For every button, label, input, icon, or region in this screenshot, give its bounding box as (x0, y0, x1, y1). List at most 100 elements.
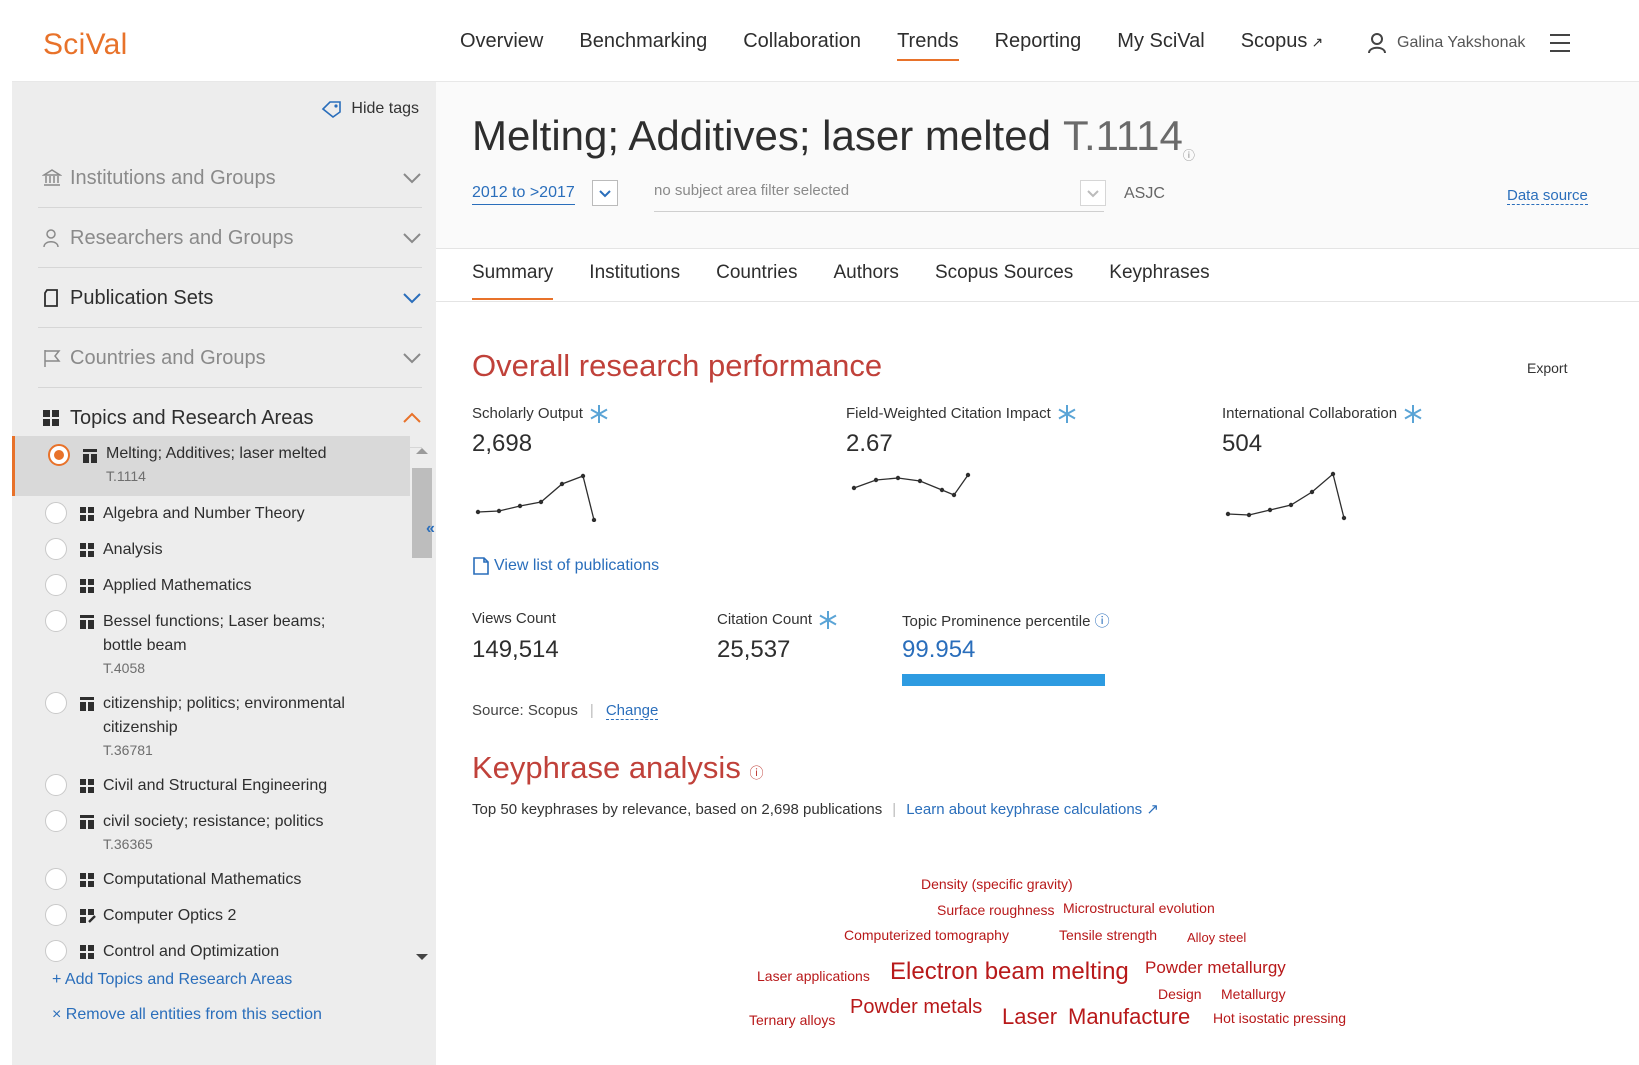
institution-icon (42, 169, 62, 186)
list-item[interactable]: Analysis (12, 532, 410, 568)
topic-id: T.1114 (1062, 112, 1183, 159)
keyphrase-word[interactable]: Alloy steel (1187, 930, 1246, 945)
keyphrase-word[interactable]: Microstructural evolution (1063, 900, 1215, 916)
tab-institutions[interactable]: Institutions (589, 262, 680, 300)
keyphrase-word[interactable]: Powder metals (850, 996, 982, 1019)
user-menu[interactable]: Galina Yakshonak (1367, 32, 1525, 54)
app-frame: SciVal Overview Benchmarking Collaborati… (12, 12, 1639, 1065)
list-item[interactable]: Control and Optimization (12, 934, 410, 970)
subject-filter-dropdown[interactable] (1080, 180, 1106, 206)
nav-trends[interactable]: Trends (897, 30, 959, 61)
list-item[interactable]: Computational Mathematics (12, 862, 410, 898)
add-topics-link[interactable]: + Add Topics and Research Areas (52, 971, 292, 989)
close-icon: × (52, 1006, 66, 1023)
keyphrase-word[interactable]: Laser (1002, 1004, 1057, 1030)
info-icon[interactable]: ⓘ (749, 765, 763, 781)
scroll-thumb[interactable] (412, 468, 432, 558)
tab-keyphrases[interactable]: Keyphrases (1109, 262, 1209, 300)
radio-button[interactable] (45, 502, 67, 524)
snowball-metric-icon[interactable] (1057, 404, 1077, 424)
snowball-metric-icon[interactable] (1403, 404, 1423, 424)
keyphrase-word[interactable]: Laser applications (757, 968, 870, 984)
keyphrase-word[interactable]: Powder metallurgy (1145, 958, 1286, 978)
metric-label: Scholarly Output (472, 404, 583, 422)
radio-button[interactable] (45, 904, 67, 926)
export-button[interactable]: Export (1527, 360, 1567, 376)
list-item[interactable]: citizenship; politics; environmental cit… (12, 686, 410, 768)
radio-button[interactable] (45, 940, 67, 962)
sparkline-scholarly-output (475, 473, 597, 522)
info-icon[interactable]: ⓘ (1183, 148, 1195, 162)
list-item[interactable]: Melting; Additives; laser melted T.1114 (12, 436, 410, 496)
radio-button[interactable] (48, 444, 70, 466)
topic-label-line2: citizenship (103, 719, 178, 736)
scival-logo[interactable]: SciVal (43, 28, 128, 62)
section-institutions[interactable]: Institutions and Groups (12, 148, 422, 208)
keyphrase-word[interactable]: Metallurgy (1221, 986, 1286, 1002)
snowball-metric-icon[interactable] (589, 404, 609, 424)
info-icon[interactable]: ⓘ (1095, 613, 1110, 630)
keyphrase-learn-link[interactable]: Learn about keyphrase calculations ↗ (906, 801, 1159, 818)
date-range-dropdown[interactable] (592, 180, 618, 206)
date-range-selector[interactable]: 2012 to >2017 (472, 184, 575, 205)
nav-my-scival[interactable]: My SciVal (1117, 30, 1204, 61)
keyphrase-word[interactable]: Hot isostatic pressing (1213, 1010, 1346, 1026)
keyphrase-word[interactable]: Ternary alloys (749, 1012, 835, 1028)
list-item[interactable]: Computer Optics 2 (12, 898, 410, 934)
hide-tags-button[interactable]: Hide tags (321, 100, 419, 118)
hamburger-menu-icon[interactable] (1550, 34, 1570, 58)
remove-all-link[interactable]: × Remove all entities from this section (52, 1006, 322, 1024)
nav-collaboration[interactable]: Collaboration (743, 30, 861, 61)
remove-all-label: Remove all entities from this section (65, 1006, 322, 1023)
nav-benchmarking[interactable]: Benchmarking (579, 30, 707, 61)
section-countries[interactable]: Countries and Groups (12, 328, 422, 388)
metric-label: Field-Weighted Citation Impact (846, 404, 1051, 422)
nav-reporting[interactable]: Reporting (995, 30, 1082, 61)
topic-label: Applied Mathematics (103, 577, 252, 594)
views-count-label: Views Count (472, 610, 556, 627)
list-item[interactable]: Bessel functions; Laser beams; bottle be… (12, 604, 410, 686)
list-item[interactable]: Civil and Structural Engineering (12, 768, 410, 804)
grid-icon (80, 873, 94, 887)
radio-button[interactable] (45, 692, 67, 714)
chevron-down-icon (403, 293, 421, 304)
keyphrase-word[interactable]: Design (1158, 986, 1202, 1002)
radio-button[interactable] (45, 574, 67, 596)
view-publications-link[interactable]: View list of publications (472, 556, 659, 576)
radio-button[interactable] (45, 538, 67, 560)
data-source-link[interactable]: Data source (1507, 187, 1588, 205)
metric-label: International Collaboration (1222, 404, 1398, 422)
scroll-down-arrow-icon[interactable] (416, 954, 428, 960)
list-item[interactable]: Applied Mathematics (12, 568, 410, 604)
tab-countries[interactable]: Countries (716, 262, 797, 300)
keyphrase-word[interactable]: Manufacture (1068, 1004, 1190, 1030)
citation-count-value: 25,537 (717, 636, 791, 663)
scroll-up-arrow-icon[interactable] (416, 448, 428, 454)
radio-button[interactable] (45, 868, 67, 890)
nav-overview[interactable]: Overview (460, 30, 543, 61)
radio-button[interactable] (45, 810, 67, 832)
section-researchers[interactable]: Researchers and Groups (12, 208, 422, 268)
change-source-link[interactable]: Change (605, 702, 659, 720)
tab-summary[interactable]: Summary (472, 262, 554, 300)
keyphrase-word[interactable]: Tensile strength (1059, 927, 1157, 943)
collapse-sidebar-icon[interactable]: « (426, 520, 435, 538)
tab-scopus-sources[interactable]: Scopus Sources (935, 262, 1073, 300)
sparkline-intl-collaboration (1225, 471, 1347, 521)
radio-button[interactable] (45, 610, 67, 632)
tab-authors[interactable]: Authors (833, 262, 898, 300)
topic-prominence-value[interactable]: 99.954 (902, 636, 975, 664)
snowball-metric-icon[interactable] (818, 610, 838, 630)
keyphrase-word[interactable]: Computerized tomography (844, 927, 1009, 943)
radio-button[interactable] (45, 774, 67, 796)
nav-scopus[interactable]: Scopus ↗ (1241, 30, 1323, 61)
list-item[interactable]: Algebra and Number Theory (12, 496, 410, 532)
subject-filter[interactable]: no subject area filter selected (654, 182, 1104, 212)
keyphrase-word[interactable]: Electron beam melting (890, 958, 1129, 986)
keyphrase-word[interactable]: Density (specific gravity) (921, 876, 1073, 892)
keyphrase-word[interactable]: Surface roughness (937, 902, 1055, 918)
list-item[interactable]: civil society; resistance; politics T.36… (12, 804, 410, 862)
citation-count-label: Citation Count (717, 610, 813, 628)
section-publication-sets[interactable]: Publication Sets (12, 268, 422, 328)
topic-label: Computer Optics 2 (103, 907, 237, 924)
